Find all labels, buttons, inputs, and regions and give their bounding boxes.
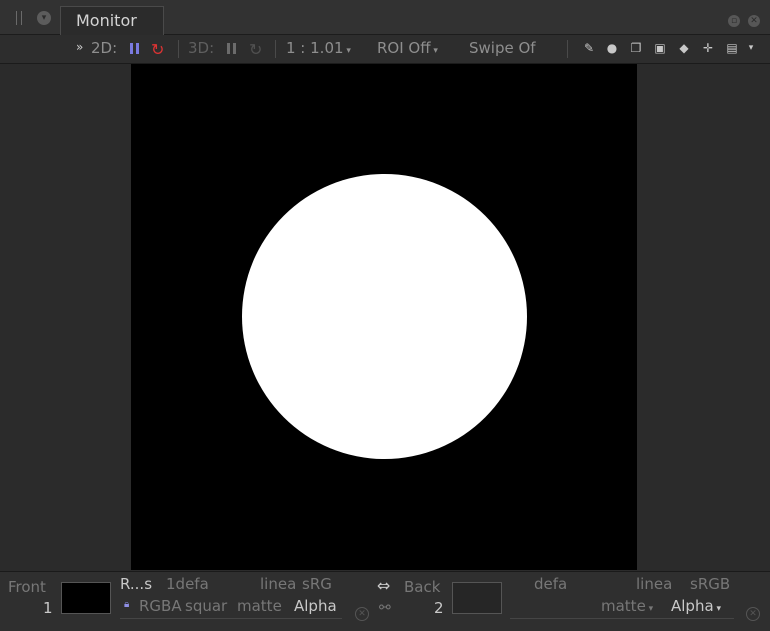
back-alpha-value: Alpha [671, 597, 714, 615]
crosshair-icon[interactable]: ✛ [701, 41, 715, 55]
front-layer[interactable]: R...s [120, 575, 152, 593]
layers-icon[interactable]: ❐ [629, 41, 643, 55]
expand-toolbar-icon[interactable]: » [76, 40, 83, 54]
tab-monitor[interactable]: Monitor [60, 6, 164, 36]
compare-icon[interactable]: ◆ [677, 41, 691, 55]
toolbar-divider [178, 40, 179, 58]
roi-value: ROI Off [377, 39, 431, 57]
close-panel-icon[interactable]: ✕ [748, 15, 760, 27]
back-number: 2 [434, 599, 444, 617]
zoom-value: 1 : 1.01 [286, 39, 344, 57]
swipe-dropdown[interactable]: Swipe Of [469, 39, 536, 57]
toolbar-divider [567, 40, 568, 58]
pause-2d-icon[interactable] [130, 43, 140, 54]
float-panel-icon[interactable]: ▫ [728, 15, 740, 27]
back-colorspace-in[interactable]: defa [534, 575, 567, 593]
front-label: Front [8, 578, 46, 596]
annotation-icon[interactable]: ● [605, 41, 619, 55]
chevron-down-icon: ▾ [645, 604, 654, 614]
region-icon[interactable]: ▣ [653, 41, 667, 55]
color-picker-icon[interactable]: ✎ [582, 41, 596, 55]
front-underline [120, 618, 342, 619]
front-colorspace-view[interactable]: linea [260, 575, 296, 593]
back-underline [510, 618, 734, 619]
tab-label: Monitor [76, 11, 137, 30]
back-label: Back [404, 578, 441, 596]
sync-2d-icon[interactable]: ↻ [151, 40, 164, 59]
panel-menu-icon[interactable]: ▾ [37, 11, 51, 25]
chevron-down-icon: ▾ [430, 46, 438, 56]
clear-front-icon[interactable]: ✕ [355, 607, 369, 621]
buffer-bar: Front 1 R...s 1defa linea sRG 🔒︎ RGBA sq… [0, 571, 770, 631]
chevron-down-icon: ▾ [343, 46, 351, 56]
swap-buffers-icon[interactable]: ⇔ [377, 576, 390, 595]
clapper-settings-icon[interactable]: ▤ [725, 41, 739, 55]
toolbar-divider [275, 40, 276, 58]
front-colorspace-out[interactable]: sRG [302, 575, 332, 593]
panel-titlebar: ▾ Monitor ▫ ✕ [0, 0, 770, 36]
front-alpha[interactable]: Alpha [294, 597, 337, 615]
front-number: 1 [43, 599, 53, 617]
back-matte-value: matte [601, 597, 646, 615]
lock-icon[interactable]: 🔒︎ [124, 599, 129, 610]
front-thumbnail[interactable] [61, 582, 111, 614]
front-channels[interactable]: RGBA [139, 597, 182, 615]
viewer-toolbar: » 2D: ↻ 3D: ↻ 1 : 1.01 ▾ ROI Off ▾ Swipe… [0, 35, 770, 64]
sync-3d-icon[interactable]: ↻ [249, 40, 262, 59]
chevron-down-icon: ▾ [713, 604, 722, 614]
link-buffers-icon[interactable]: ⚯ [379, 600, 391, 616]
white-circle-shape [242, 174, 527, 459]
back-thumbnail[interactable] [452, 582, 502, 614]
back-alpha[interactable]: Alpha ▾ [671, 597, 721, 615]
label-3d: 3D: [188, 39, 215, 57]
chevron-down-icon[interactable]: ▾ [744, 41, 758, 55]
clear-back-icon[interactable]: ✕ [746, 607, 760, 621]
front-aspect[interactable]: squar [185, 597, 227, 615]
pause-3d-icon[interactable] [227, 43, 237, 54]
back-matte[interactable]: matte ▾ [601, 597, 653, 615]
drag-grip-icon[interactable] [16, 11, 22, 25]
zoom-dropdown[interactable]: 1 : 1.01 ▾ [286, 39, 351, 57]
front-colorspace-in[interactable]: 1defa [166, 575, 209, 593]
front-matte[interactable]: matte [237, 597, 282, 615]
roi-dropdown[interactable]: ROI Off ▾ [377, 39, 438, 57]
label-2d: 2D: [91, 39, 118, 57]
swipe-value: Swipe Of [469, 39, 536, 57]
back-colorspace-view[interactable]: linea [636, 575, 672, 593]
back-colorspace-out[interactable]: sRGB [690, 575, 730, 593]
